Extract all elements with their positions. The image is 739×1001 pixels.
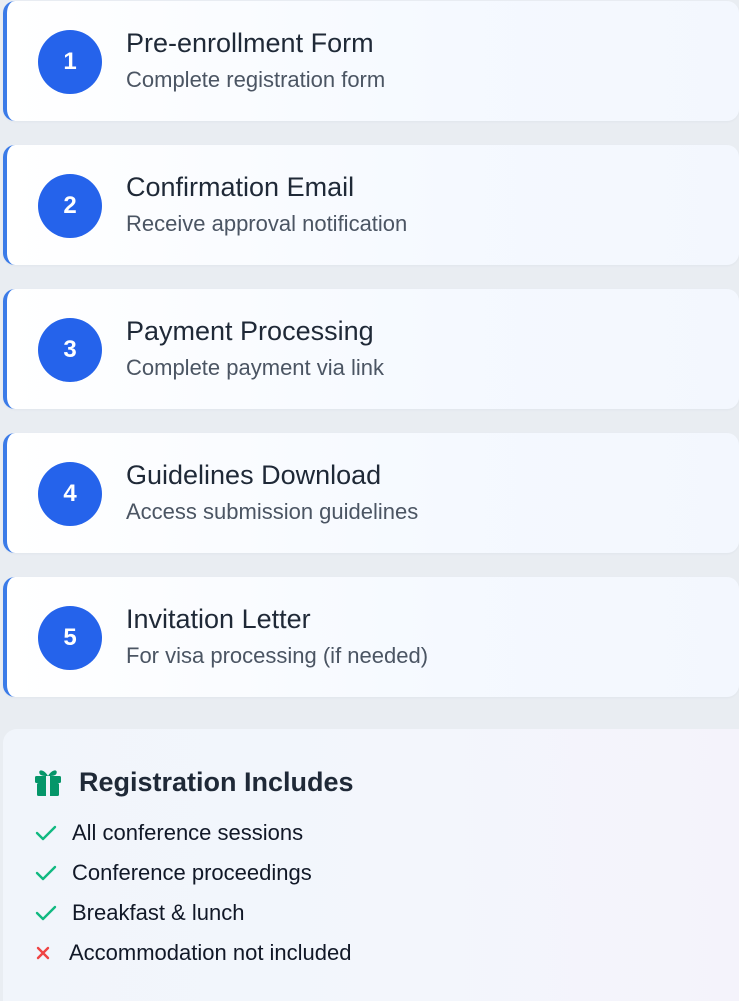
step-number-badge: 1 xyxy=(38,30,102,94)
gift-icon xyxy=(34,767,62,797)
include-item-excluded: Accommodation not included xyxy=(34,939,352,967)
include-item: All conference sessions xyxy=(34,819,303,847)
includes-header: Registration Includes xyxy=(34,766,354,798)
step-card-1: 1 Pre-enrollment Form Complete registrat… xyxy=(3,1,739,121)
step-description: Complete registration form xyxy=(126,67,386,92)
include-item-text: Conference proceedings xyxy=(72,860,312,885)
include-item: Conference proceedings xyxy=(34,859,312,887)
include-item-text: Accommodation not included xyxy=(69,940,352,965)
step-description: Complete payment via link xyxy=(126,355,385,380)
check-icon xyxy=(34,861,58,885)
include-item-text: All conference sessions xyxy=(72,820,304,845)
registration-includes-panel: Registration Includes All conference ses… xyxy=(3,729,739,1001)
step-number-badge: 3 xyxy=(38,318,102,382)
step-title: Confirmation Email xyxy=(126,172,355,202)
step-title: Payment Processing xyxy=(126,316,374,346)
step-title: Guidelines Download xyxy=(126,460,382,490)
step-title: Invitation Letter xyxy=(126,604,311,634)
step-description: Access submission guidelines xyxy=(126,499,419,524)
includes-title: Registration Includes xyxy=(79,766,354,797)
include-item: Breakfast & lunch xyxy=(34,899,244,927)
step-card-3: 3 Payment Processing Complete payment vi… xyxy=(3,289,739,409)
check-icon xyxy=(34,901,58,925)
step-title: Pre-enrollment Form xyxy=(126,28,374,58)
x-icon xyxy=(34,941,52,965)
step-description: Receive approval notification xyxy=(126,211,408,236)
step-number-badge: 2 xyxy=(38,174,102,238)
check-icon xyxy=(34,821,58,845)
step-card-2: 2 Confirmation Email Receive approval no… xyxy=(3,145,739,265)
step-card-5: 5 Invitation Letter For visa processing … xyxy=(3,577,739,697)
step-number-badge: 5 xyxy=(38,606,102,670)
include-item-text: Breakfast & lunch xyxy=(72,900,245,925)
step-description: For visa processing (if needed) xyxy=(126,643,429,668)
step-number-badge: 4 xyxy=(38,462,102,526)
step-card-4: 4 Guidelines Download Access submission … xyxy=(3,433,739,553)
